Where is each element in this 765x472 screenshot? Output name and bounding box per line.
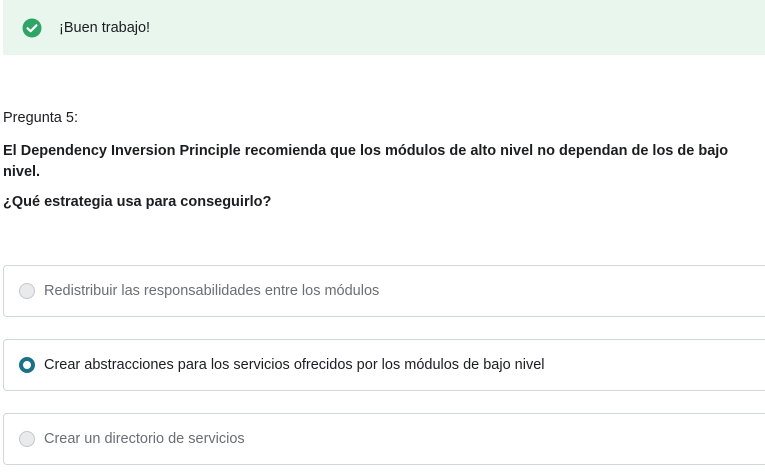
success-alert: ¡Buen trabajo! xyxy=(3,0,765,55)
answer-option[interactable]: Crear un directorio de servicios xyxy=(3,413,765,465)
answer-option-label: Crear abstracciones para los servicios o… xyxy=(44,357,545,373)
question-statement: El Dependency Inversion Principle recomi… xyxy=(3,143,729,180)
radio-button-selected[interactable] xyxy=(19,357,35,373)
answer-option-label: Crear un directorio de servicios xyxy=(44,431,245,447)
question-prompt: ¿Qué estrategia usa para conseguirlo? xyxy=(3,194,272,210)
question-number: Pregunta 5: xyxy=(3,110,78,126)
radio-button-unselected[interactable] xyxy=(19,283,35,299)
answer-option-label: Redistribuir las responsabilidades entre… xyxy=(44,283,380,299)
success-message: ¡Buen trabajo! xyxy=(59,19,151,36)
answer-option[interactable]: Redistribuir las responsabilidades entre… xyxy=(3,265,765,317)
answer-option-selected[interactable]: Crear abstracciones para los servicios o… xyxy=(3,339,765,391)
radio-button-unselected[interactable] xyxy=(19,431,35,447)
check-circle-icon xyxy=(22,18,42,38)
quiz-page: ¡Buen trabajo! Pregunta 5: El Dependency… xyxy=(0,0,765,472)
